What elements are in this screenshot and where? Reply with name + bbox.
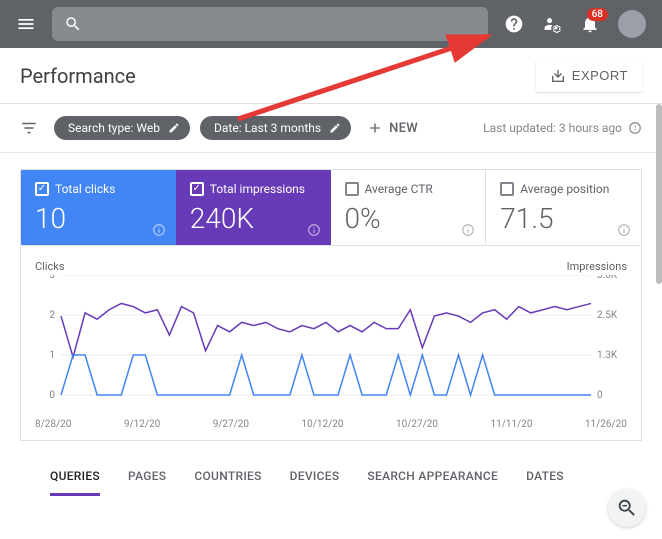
info-icon[interactable] [617,223,631,237]
download-icon [550,68,566,84]
checkbox-icon [190,182,204,196]
metric-label: Average CTR [365,182,433,196]
plus-icon [367,120,383,136]
notifications-icon[interactable]: 68 [580,14,600,34]
new-label: NEW [389,121,418,136]
edit-icon [329,122,341,134]
metric-total-impressions[interactable]: Total impressions 240K [176,170,331,245]
metric-value: 71.5 [500,202,627,235]
menu-icon[interactable] [16,14,36,34]
tab-dates[interactable]: DATES [526,469,564,496]
chip-label: Search type: Web [68,121,160,135]
edit-icon [168,122,180,134]
search-field[interactable] [94,16,476,32]
svg-text:0: 0 [49,390,55,401]
svg-text:0: 0 [597,390,603,401]
date-chip[interactable]: Date: Last 3 months [200,116,351,140]
metric-label: Total impressions [210,182,305,196]
chip-label: Date: Last 3 months [214,121,321,135]
avatar[interactable] [618,10,646,38]
tab-devices[interactable]: DEVICES [290,469,340,496]
tab-countries[interactable]: COUNTRIES [194,469,261,496]
filter-icon[interactable] [20,119,38,137]
metric-label: Average position [520,182,609,196]
metric-average-ctr[interactable]: Average CTR 0% [331,170,487,245]
notification-badge: 68 [587,8,608,21]
svg-text:2: 2 [49,310,55,321]
metric-value: 0% [345,202,472,235]
header-actions: 68 [504,10,646,38]
left-axis-label: Clicks [35,260,65,273]
metric-value: 240K [190,202,317,235]
metric-total-clicks[interactable]: Total clicks 10 [21,170,176,245]
scrollbar[interactable] [656,104,662,284]
export-button[interactable]: EXPORT [536,60,642,92]
svg-text:2.5K: 2.5K [597,310,618,321]
metric-value: 10 [35,202,162,235]
svg-text:3.8K: 3.8K [597,275,618,281]
performance-chart[interactable]: 0 1 2 3 0 1.3K 2.5K 3.8K [35,275,627,415]
last-updated: Last updated: 3 hours ago [483,121,642,135]
tab-queries[interactable]: QUERIES [50,469,100,496]
info-icon[interactable] [461,223,475,237]
page-title: Performance [20,64,136,88]
new-filter-button[interactable]: NEW [361,120,418,136]
info-icon[interactable] [307,223,321,237]
right-axis-label: Impressions [567,260,627,273]
checkbox-icon [345,182,359,196]
info-icon[interactable] [152,223,166,237]
chart-container: Clicks Impressions 0 1 2 3 0 1.3K 2.5K 3.8K 8/… [20,246,642,441]
tab-search appearance[interactable]: SEARCH APPEARANCE [367,469,498,496]
dimension-tabs: QUERIES PAGES COUNTRIES DEVICES SEARCH APPEA… [20,441,642,496]
metrics-cards: Total clicks 10 Total impressions 240K A… [20,169,642,246]
last-updated-text: Last updated: 3 hours ago [483,121,622,135]
checkbox-icon [35,182,49,196]
svg-text:1: 1 [49,350,55,361]
search-input[interactable] [52,7,488,41]
filters-bar: Search type: Web Date: Last 3 months NEW… [0,104,662,153]
metric-average-position[interactable]: Average position 71.5 [486,170,641,245]
export-label: EXPORT [572,68,628,83]
help-icon[interactable] [504,14,524,34]
svg-text:1.3K: 1.3K [597,350,618,361]
search-icon [64,15,82,33]
tab-pages[interactable]: PAGES [128,469,166,496]
search-type-chip[interactable]: Search type: Web [54,116,190,140]
metric-label: Total clicks [55,182,115,196]
zoom-out-button[interactable] [608,489,646,527]
x-axis-labels: 8/28/209/12/209/27/2010/12/2010/27/2011/… [35,415,627,436]
app-header: 68 [0,0,662,48]
users-settings-icon[interactable] [542,14,562,34]
info-icon[interactable] [628,121,642,135]
page-header: Performance EXPORT [0,48,662,104]
checkbox-icon [500,182,514,196]
svg-text:3: 3 [49,275,55,281]
